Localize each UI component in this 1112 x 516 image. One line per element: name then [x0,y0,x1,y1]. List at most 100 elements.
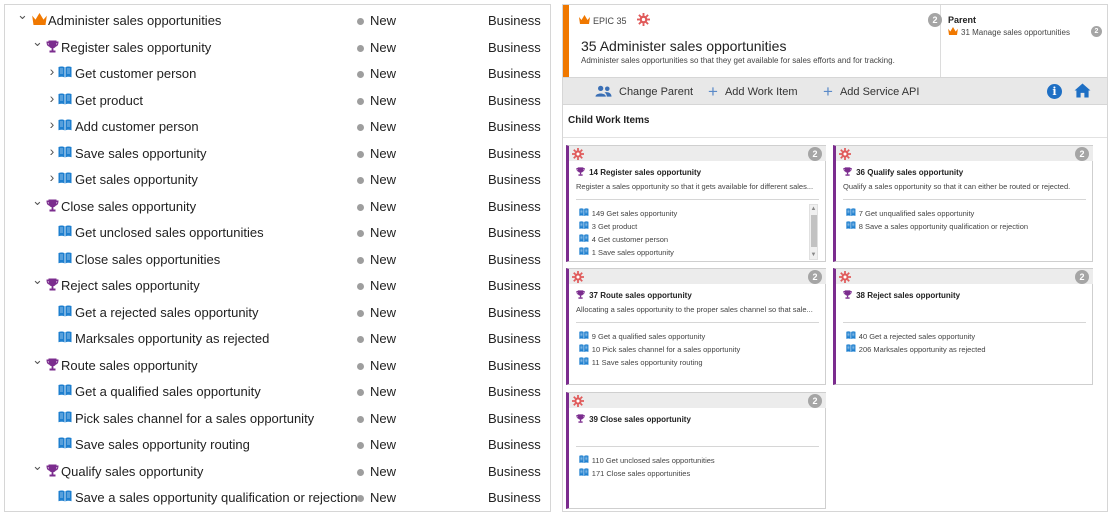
home-icon[interactable] [1074,83,1091,103]
tree-row-title[interactable]: Get a qualified sales opportunity [75,384,261,399]
tree-row-area: Business [488,172,541,187]
child-work-item-card[interactable]: 2 39 Close sales opportunity 110 Get unclo… [566,392,826,509]
chevron-down-icon[interactable]: ⌄ [32,35,43,48]
gear-icon[interactable] [839,270,851,288]
work-item-tree: ⌄ Administer sales opportunities New Busine… [4,4,551,512]
card-title[interactable]: 36 Qualify sales opportunity [843,167,963,178]
tree-row-feature[interactable]: ⌄ Route sales opportunity New Business [5,352,550,378]
tree-row-story[interactable]: › Add customer person New Business [5,113,550,139]
gear-icon[interactable] [637,13,650,31]
tree-row-feature[interactable]: ⌄ Reject sales opportunity New Business [5,272,550,298]
card-title[interactable]: 39 Close sales opportunity [576,414,691,425]
trophy-icon [46,199,60,212]
tree-row-title[interactable]: Get customer person [75,66,196,81]
chevron-right-icon[interactable]: › [47,170,57,184]
tree-row-title[interactable]: Close sales opportunity [61,199,196,214]
child-work-item-card[interactable]: 2 36 Qualify sales opportunity Qualify a s… [833,145,1093,262]
tree-row-title[interactable]: Get product [75,93,143,108]
card-child-item[interactable]: 4 Get customer person [579,233,811,246]
card-child-item[interactable]: 149 Get sales opportunity [579,207,811,220]
tree-row-story[interactable]: Get a qualified sales opportunity New Busi… [5,378,550,404]
child-work-item-card[interactable]: 2 37 Route sales opportunity Allocating a … [566,268,826,385]
chevron-right-icon[interactable]: › [47,117,57,131]
scrollbar-thumb[interactable] [811,215,817,247]
child-work-item-card[interactable]: 2 14 Register sales opportunity Register a… [566,145,826,262]
card-child-item[interactable]: 8 Save a sales opportunity qualification… [846,220,1078,233]
gear-icon[interactable] [839,147,851,165]
card-child-item[interactable]: 206 Marksales opportunity as rejected [846,343,1078,356]
tree-row-title[interactable]: Pick sales channel for a sales opportuni… [75,411,314,426]
card-child-item[interactable]: 9 Get a qualified sales opportunity [579,330,811,343]
tree-row-feature[interactable]: ⌄ Close sales opportunity New Business [5,193,550,219]
tree-row-story[interactable]: › Get sales opportunity New Business [5,166,550,192]
chevron-right-icon[interactable]: › [47,91,57,105]
tree-row-title[interactable]: Get unclosed sales opportunities [75,225,264,240]
state-dot-icon [357,124,364,131]
tree-row-story[interactable]: › Get customer person New Business [5,60,550,86]
add-work-item-button[interactable]: + Add Work Item [708,83,797,101]
tree-row-epic[interactable]: ⌄ Administer sales opportunities New Busine… [5,7,550,33]
parent-link[interactable]: 31 Manage sales opportunities [948,27,1070,37]
chevron-down-icon[interactable]: ⌄ [32,459,43,472]
scroll-up-icon[interactable]: ▲ [810,205,817,213]
chevron-down-icon[interactable]: ⌄ [17,8,28,21]
gear-icon[interactable] [572,147,584,165]
tree-row-story[interactable]: › Get product New Business [5,87,550,113]
tree-row-title[interactable]: Save sales opportunity routing [75,437,250,452]
tree-row-title[interactable]: Save a sales opportunity qualification o… [75,490,358,505]
tree-row-story[interactable]: Marksales opportunity as rejected New Busi… [5,325,550,351]
card-child-item[interactable]: 40 Get a rejected sales opportunity [846,330,1078,343]
tree-row-title[interactable]: Get sales opportunity [75,172,198,187]
gear-icon[interactable] [572,394,584,412]
card-child-item[interactable]: 3 Get product [579,220,811,233]
tree-row-story[interactable]: Save sales opportunity routing New Busines… [5,431,550,457]
card-child-item[interactable]: 1 Save sales opportunity [579,246,811,259]
chevron-down-icon[interactable]: ⌄ [32,194,43,207]
card-title[interactable]: 14 Register sales opportunity [576,167,701,178]
tree-row-feature[interactable]: ⌄ Register sales opportunity New Business [5,34,550,60]
tree-row-title[interactable]: Close sales opportunities [75,252,220,267]
crown-icon [32,13,47,26]
tree-row-story[interactable]: Get unclosed sales opportunities New Busin… [5,219,550,245]
tree-row-story[interactable]: › Save sales opportunity New Business [5,140,550,166]
tree-row-story[interactable]: Close sales opportunities New Business [5,246,550,272]
tree-row-title[interactable]: Save sales opportunity [75,146,207,161]
tree-row-area: Business [488,384,541,399]
epic-tag[interactable]: EPIC 35 [579,15,627,26]
card-title[interactable]: 38 Reject sales opportunity [843,290,960,301]
card-scrollbar[interactable]: ▲ ▼ [809,204,818,260]
tree-row-story[interactable]: Pick sales channel for a sales opportuni… [5,405,550,431]
tree-row-title[interactable]: Get a rejected sales opportunity [75,305,259,320]
card-child-item-label: 9 Get a qualified sales opportunity [591,332,706,341]
tree-row-title[interactable]: Route sales opportunity [61,358,198,373]
chevron-right-icon[interactable]: › [47,64,57,78]
child-work-items-heading: Child Work Items [568,115,650,126]
epic-title[interactable]: 35 Administer sales opportunities [581,38,786,54]
tree-row-state: New [370,304,397,320]
change-parent-button[interactable]: Change Parent [595,83,693,101]
card-title[interactable]: 37 Route sales opportunity [576,290,692,301]
tree-row-title[interactable]: Reject sales opportunity [61,278,200,293]
card-child-item[interactable]: 7 Get unqualified sales opportunity [846,207,1078,220]
tree-row-story[interactable]: Save a sales opportunity qualification o… [5,484,550,510]
tree-row-title[interactable]: Marksales opportunity as rejected [75,331,269,346]
card-child-item[interactable]: 110 Get unclosed sales opportunities [579,454,811,467]
chevron-down-icon[interactable]: ⌄ [32,273,43,286]
child-work-item-card[interactable]: 2 38 Reject sales opportunity 40 Get a rej… [833,268,1093,385]
add-service-api-button[interactable]: + Add Service API [823,83,919,101]
card-child-item[interactable]: 10 Pick sales channel for a sales opport… [579,343,811,356]
card-child-item[interactable]: 11 Save sales opportunity routing [579,356,811,369]
gear-icon[interactable] [572,270,584,288]
tree-row-story[interactable]: Get a rejected sales opportunity New Busin… [5,299,550,325]
tree-row-state: New [370,225,397,240]
tree-row-feature[interactable]: ⌄ Qualify sales opportunity New Business [5,458,550,484]
tree-row-title[interactable]: Register sales opportunity [61,40,211,55]
tree-row-title[interactable]: Add customer person [75,119,199,134]
tree-row-title[interactable]: Administer sales opportunities [48,13,221,28]
scroll-down-icon[interactable]: ▼ [810,251,817,259]
card-child-item[interactable]: 171 Close sales opportunities [579,467,811,480]
chevron-right-icon[interactable]: › [47,144,57,158]
tree-row-title[interactable]: Qualify sales opportunity [61,464,203,479]
info-icon[interactable]: i [1047,84,1062,99]
chevron-down-icon[interactable]: ⌄ [32,353,43,366]
